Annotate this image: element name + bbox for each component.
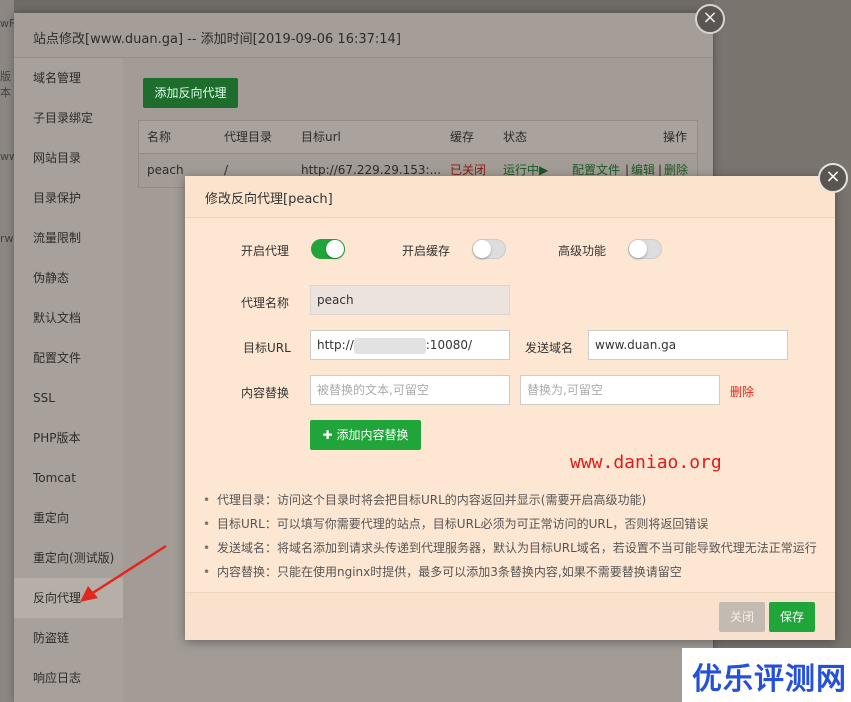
sidebar-item-domain[interactable]: 域名管理 [14,58,123,98]
toggle-knob [629,240,647,258]
col-url: 目标url [301,130,341,144]
row-name: peach [147,163,184,177]
tip-item: 代理目录：访问这个目录时将会把目标URL的内容返回并显示(需要开启高级功能) [203,488,833,512]
site-logo: 优乐评测网 [682,648,851,702]
replace-to-input[interactable]: 替换为,可留空 [520,375,720,405]
sidebar-item-tomcat[interactable]: Tomcat [14,458,123,498]
sidebar-item-subdir[interactable]: 子目录绑定 [14,98,123,138]
redacted-ip [353,337,426,354]
sidebar-item-default-doc[interactable]: 默认文档 [14,298,123,338]
site-edit-dialog-title: 站点修改[www.duan.ga] -- 添加时间[2019-09-06 16:… [33,32,401,47]
sidebar-item-site-dir[interactable]: 网站目录 [14,138,123,178]
close-button[interactable]: 关闭 [719,602,765,632]
replace-from-input[interactable]: 被替换的文本,可留空 [310,375,510,405]
content-replace-label: 内容替换 [241,386,290,400]
advanced-toggle[interactable] [628,239,662,259]
col-status: 状态 [503,130,528,144]
logo-text: 优乐评测网 [692,662,847,697]
modal-title: 修改反向代理[peach] [205,192,333,207]
watermark-text: www.daniao.org [570,452,722,473]
col-dir: 代理目录 [224,130,273,144]
target-url-label: 目标URL [243,341,291,355]
modal-header: 修改反向代理[peach] [185,176,835,218]
arrow-head [80,586,98,602]
plus-icon: ✚ [322,428,333,442]
add-content-replace-label: 添加内容替换 [336,428,409,442]
site-edit-close-button[interactable]: × [695,4,725,34]
send-domain-field[interactable]: www.duan.ga [588,330,788,360]
delete-replace-link[interactable]: 删除 [730,383,754,400]
save-button[interactable]: 保存 [769,602,815,632]
proxy-name-label: 代理名称 [241,296,290,310]
background-page-left: wF 版本 ww rw [0,0,18,702]
proxy-name-field[interactable]: peach [310,285,510,315]
tip-item: 目标URL：可以填写你需要代理的站点，目标URL必须为可正常访问的URL，否则将… [203,512,833,536]
sidebar-item-redirect[interactable]: 重定向 [14,498,123,538]
modal-footer: 关闭 保存 [185,592,835,640]
target-url-suffix: :10080/ [425,338,473,352]
add-content-replace-button[interactable]: ✚ 添加内容替换 [310,420,421,450]
sidebar-item-response-log[interactable]: 响应日志 [14,658,123,698]
toggle-knob [326,240,344,258]
send-domain-label: 发送域名 [525,341,574,355]
enable-proxy-toggle[interactable] [311,239,345,259]
help-tips: 代理目录：访问这个目录时将会把目标URL的内容返回并显示(需要开启高级功能) 目… [203,488,833,584]
sidebar-item-config-file[interactable]: 配置文件 [14,338,123,378]
tip-item: 发送域名：将域名添加到请求头传递到代理服务器，默认为目标URL域名，若设置不当可… [203,536,833,560]
col-name: 名称 [147,130,172,144]
add-reverse-proxy-button[interactable]: 添加反向代理 [143,78,238,108]
toggle-proxy-label: 开启代理 [241,244,290,258]
sidebar-item-ssl[interactable]: SSL [14,378,123,418]
sidebar-item-rewrite[interactable]: 伪静态 [14,258,123,298]
enable-cache-toggle[interactable] [472,239,506,259]
sidebar-item-traffic-limit[interactable]: 流量限制 [14,218,123,258]
col-cache: 缓存 [450,130,475,144]
sidebar-item-dir-protect[interactable]: 目录保护 [14,178,123,218]
site-edit-dialog-header: 站点修改[www.duan.ga] -- 添加时间[2019-09-06 16:… [14,13,713,58]
tip-item: 内容替换：只能在使用nginx时提供，最多可以添加3条替换内容,如果不需要替换请… [203,560,833,584]
modal-close-button[interactable]: × [818,163,848,193]
toggle-advanced-label: 高级功能 [558,244,607,258]
target-url-prefix: http:// [317,338,354,352]
background-text: rw [0,232,14,245]
col-actions: 操作 [663,130,688,144]
toggle-cache-label: 开启缓存 [402,244,451,258]
edit-reverse-proxy-modal: 修改反向代理[peach] 开启代理 开启缓存 高级功能 代理名称 peach … [185,176,835,640]
annotation-arrow-icon [80,544,167,602]
sidebar-item-php-version[interactable]: PHP版本 [14,418,123,458]
toggle-knob [473,240,491,258]
arrow-shaft [87,544,167,598]
background-text: 版本 [0,70,11,99]
proxy-table-header: 名称 代理目录 目标url 缓存 状态 操作 [139,121,697,154]
sidebar-item-hotlink[interactable]: 防盗链 [14,618,123,658]
target-url-field[interactable]: http:// :10080/ [310,330,510,360]
